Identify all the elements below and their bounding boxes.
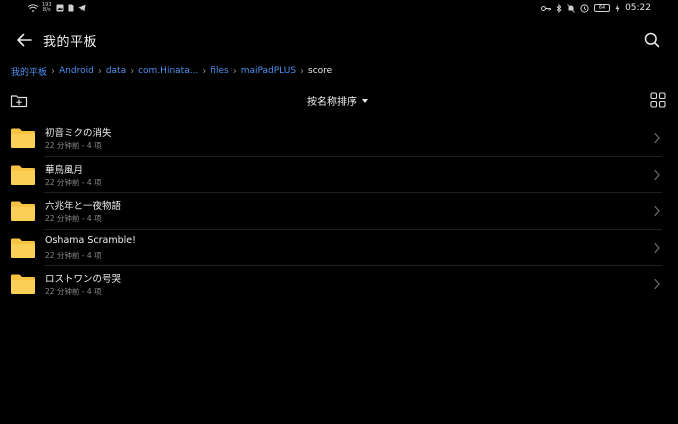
list-item[interactable]: 初音ミクの消失 22 分钟前 - 4 项 [0, 120, 678, 157]
list-item[interactable]: 六兆年と一夜物語 22 分钟前 - 4 项 [0, 193, 678, 230]
folder-icon [11, 165, 35, 185]
folder-icon [11, 274, 35, 294]
back-button[interactable] [14, 30, 34, 50]
item-meta: 22 分钟前 - 4 项 [45, 177, 102, 187]
status-right: 64 05:22 [541, 3, 651, 13]
breadcrumb: 我的平板 › Android › data › com.Hinata... › … [11, 64, 332, 78]
battery-indicator: 64 [594, 4, 611, 12]
item-name: 六兆年と一夜物語 [45, 201, 122, 212]
chevron-right-icon: › [202, 65, 207, 77]
search-icon [644, 32, 660, 48]
grid-view-button[interactable] [650, 92, 666, 108]
chevron-right-icon [654, 205, 660, 217]
list-item[interactable]: Oshama Scramble! 22 分钟前 - 4 项 [0, 230, 678, 266]
network-rate-unit: B/s [42, 7, 51, 13]
new-folder-icon [10, 95, 28, 108]
wifi-icon [28, 3, 38, 12]
key-icon [541, 5, 552, 11]
bluetooth-icon [556, 3, 562, 13]
item-name: Oshama Scramble! [45, 234, 136, 246]
breadcrumb-item-maipadplus[interactable]: maiPadPLUS [241, 66, 296, 76]
gallery-icon [56, 4, 64, 12]
chevron-right-icon: › [51, 65, 56, 77]
list-toolbar: 按名称排序 [0, 90, 678, 112]
grid-view-icon [650, 92, 666, 108]
search-button[interactable] [642, 30, 662, 50]
item-meta: 22 分钟前 - 4 项 [45, 287, 102, 296]
status-time: 05:22 [625, 3, 651, 13]
file-manager-screen: 193 B/s 64 05:22 我的平板 我的平板 › Android › d… [0, 0, 678, 424]
status-bar: 193 B/s 64 05:22 [0, 0, 678, 20]
breadcrumb-item-com-hinata[interactable]: com.Hinata... [138, 66, 198, 76]
list-item[interactable]: ロストワンの号哭 22 分钟前 - 4 项 [0, 266, 678, 303]
item-meta: 22 分钟前 - 4 项 [45, 250, 102, 260]
item-name: 初音ミクの消失 [45, 128, 112, 139]
folder-icon [11, 128, 35, 148]
sort-label: 按名称排序 [307, 97, 357, 108]
sort-button[interactable]: 按名称排序 [307, 93, 368, 108]
charging-icon [615, 4, 620, 12]
folder-icon [11, 201, 35, 221]
breadcrumb-item-score: score [308, 66, 333, 76]
network-rate: 193 B/s [42, 3, 52, 13]
folder-icon [11, 238, 35, 258]
chevron-right-icon: › [300, 65, 305, 77]
list-item[interactable]: 華鳥風月 22 分钟前 - 4 项 [0, 157, 678, 193]
chevron-right-icon [654, 278, 660, 290]
breadcrumb-item-files[interactable]: files [210, 66, 228, 76]
item-meta: 22 分钟前 - 4 项 [45, 141, 102, 150]
data-saver-icon [580, 3, 589, 13]
new-folder-button[interactable] [10, 92, 28, 110]
chevron-right-icon [654, 132, 660, 144]
page-title: 我的平板 [43, 35, 98, 50]
mute-icon [567, 3, 575, 13]
item-meta: 22 分钟前 - 4 项 [45, 214, 102, 223]
breadcrumb-item-data[interactable]: data [106, 66, 126, 76]
chevron-right-icon: › [130, 65, 135, 77]
caret-down-icon [362, 98, 368, 103]
chevron-right-icon [654, 242, 660, 253]
breadcrumb-item-android[interactable]: Android [59, 66, 94, 76]
file-list: 初音ミクの消失 22 分钟前 - 4 项 華鳥風月 22 分钟前 - 4 项 六… [0, 120, 678, 303]
top-app-bar: 我的平板 [0, 26, 678, 56]
arrow-left-icon [17, 33, 32, 47]
status-left: 193 B/s [28, 3, 86, 13]
sim-icon [68, 4, 74, 12]
telegram-icon [77, 4, 86, 12]
chevron-right-icon [654, 169, 660, 180]
chevron-right-icon: › [232, 65, 237, 77]
item-name: 華鳥風月 [45, 164, 84, 176]
chevron-right-icon: › [97, 65, 102, 77]
breadcrumb-item-my-tablet[interactable]: 我的平板 [11, 65, 47, 78]
item-name: ロストワンの号哭 [45, 274, 122, 285]
